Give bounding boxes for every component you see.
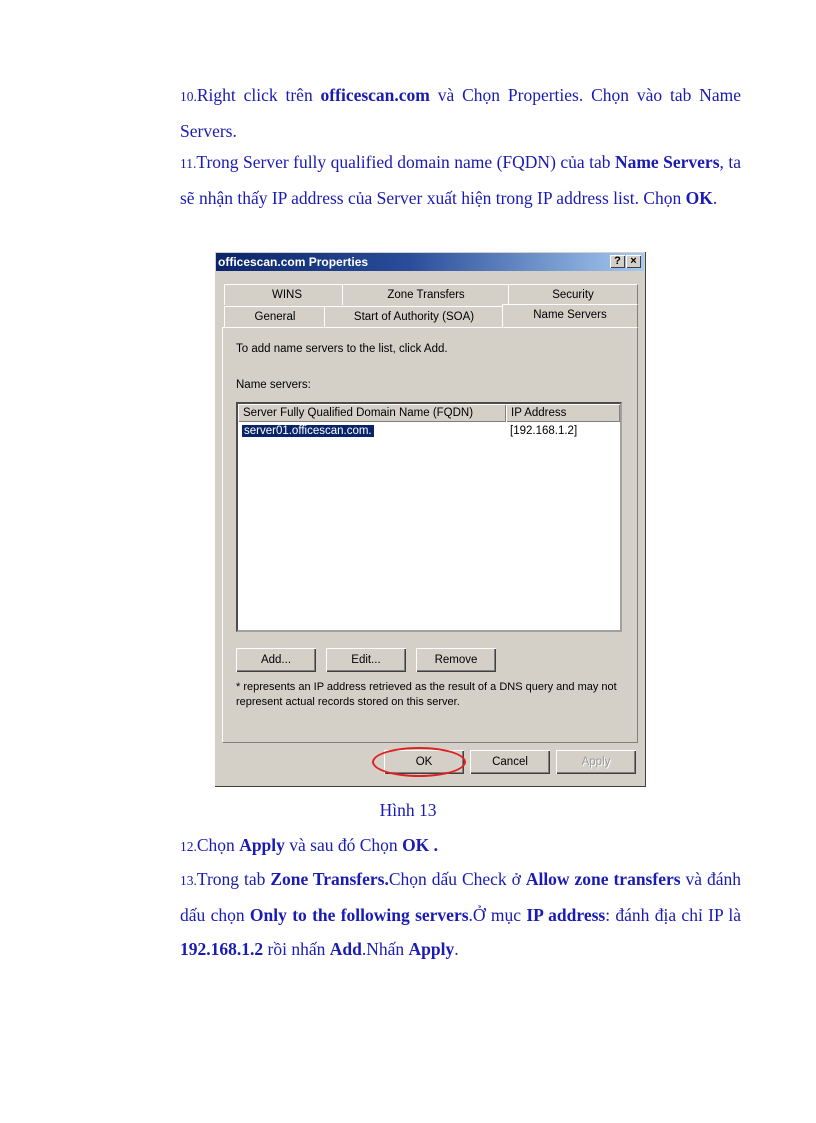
tab-general[interactable]: General xyxy=(224,306,326,327)
edit-button[interactable]: Edit... xyxy=(326,648,406,672)
column-header-fqdn[interactable]: Server Fully Qualified Domain Name (FQDN… xyxy=(238,404,506,422)
properties-dialog-screenshot: officescan.com Properties ? × WINS Zone … xyxy=(214,251,646,787)
tab-zone-transfers[interactable]: Zone Transfers xyxy=(342,284,510,305)
dialog-title-bar: officescan.com Properties ? × xyxy=(216,253,644,271)
remove-button[interactable]: Remove xyxy=(416,648,496,672)
step-13: 13.Trong tab Zone Transfers.Chọn dấu Che… xyxy=(180,869,741,959)
step-12: 12.Chọn Apply và sau đó Chọn OK . xyxy=(180,835,439,855)
tab-name-servers[interactable]: Name Servers xyxy=(502,304,638,327)
close-icon[interactable]: × xyxy=(626,255,641,268)
tab-security[interactable]: Security xyxy=(508,284,638,305)
intro-text: To add name servers to the list, click A… xyxy=(236,343,448,355)
tab-wins[interactable]: WINS xyxy=(224,284,350,305)
figure-caption: Hình 13 xyxy=(379,800,437,820)
ip-cell: [192.168.1.2] xyxy=(510,425,578,437)
fqdn-cell: server01.officescan.com. xyxy=(241,424,375,438)
document-page: 10.Right click trên officescan.com và Ch… xyxy=(0,0,816,1123)
highlight-ring xyxy=(372,747,466,777)
tab-soa[interactable]: Start of Authority (SOA) xyxy=(324,306,504,327)
dns-note: * represents an IP address retrieved as … xyxy=(236,681,617,708)
help-icon[interactable]: ? xyxy=(610,255,625,268)
dialog-title: officescan.com Properties xyxy=(218,255,369,269)
step-11: 11.Trong Server fully qualified domain n… xyxy=(180,152,741,208)
step-10: 10.Right click trên officescan.com và Ch… xyxy=(180,85,741,141)
table-row[interactable]: server01.officescan.com. xyxy=(241,424,375,438)
apply-button: Apply xyxy=(556,750,636,774)
cancel-button[interactable]: Cancel xyxy=(470,750,550,774)
name-servers-list[interactable]: Server Fully Qualified Domain Name (FQDN… xyxy=(236,402,622,632)
column-header-ip[interactable]: IP Address xyxy=(506,404,620,422)
add-button[interactable]: Add... xyxy=(236,648,316,672)
name-servers-label: Name servers: xyxy=(236,379,311,391)
